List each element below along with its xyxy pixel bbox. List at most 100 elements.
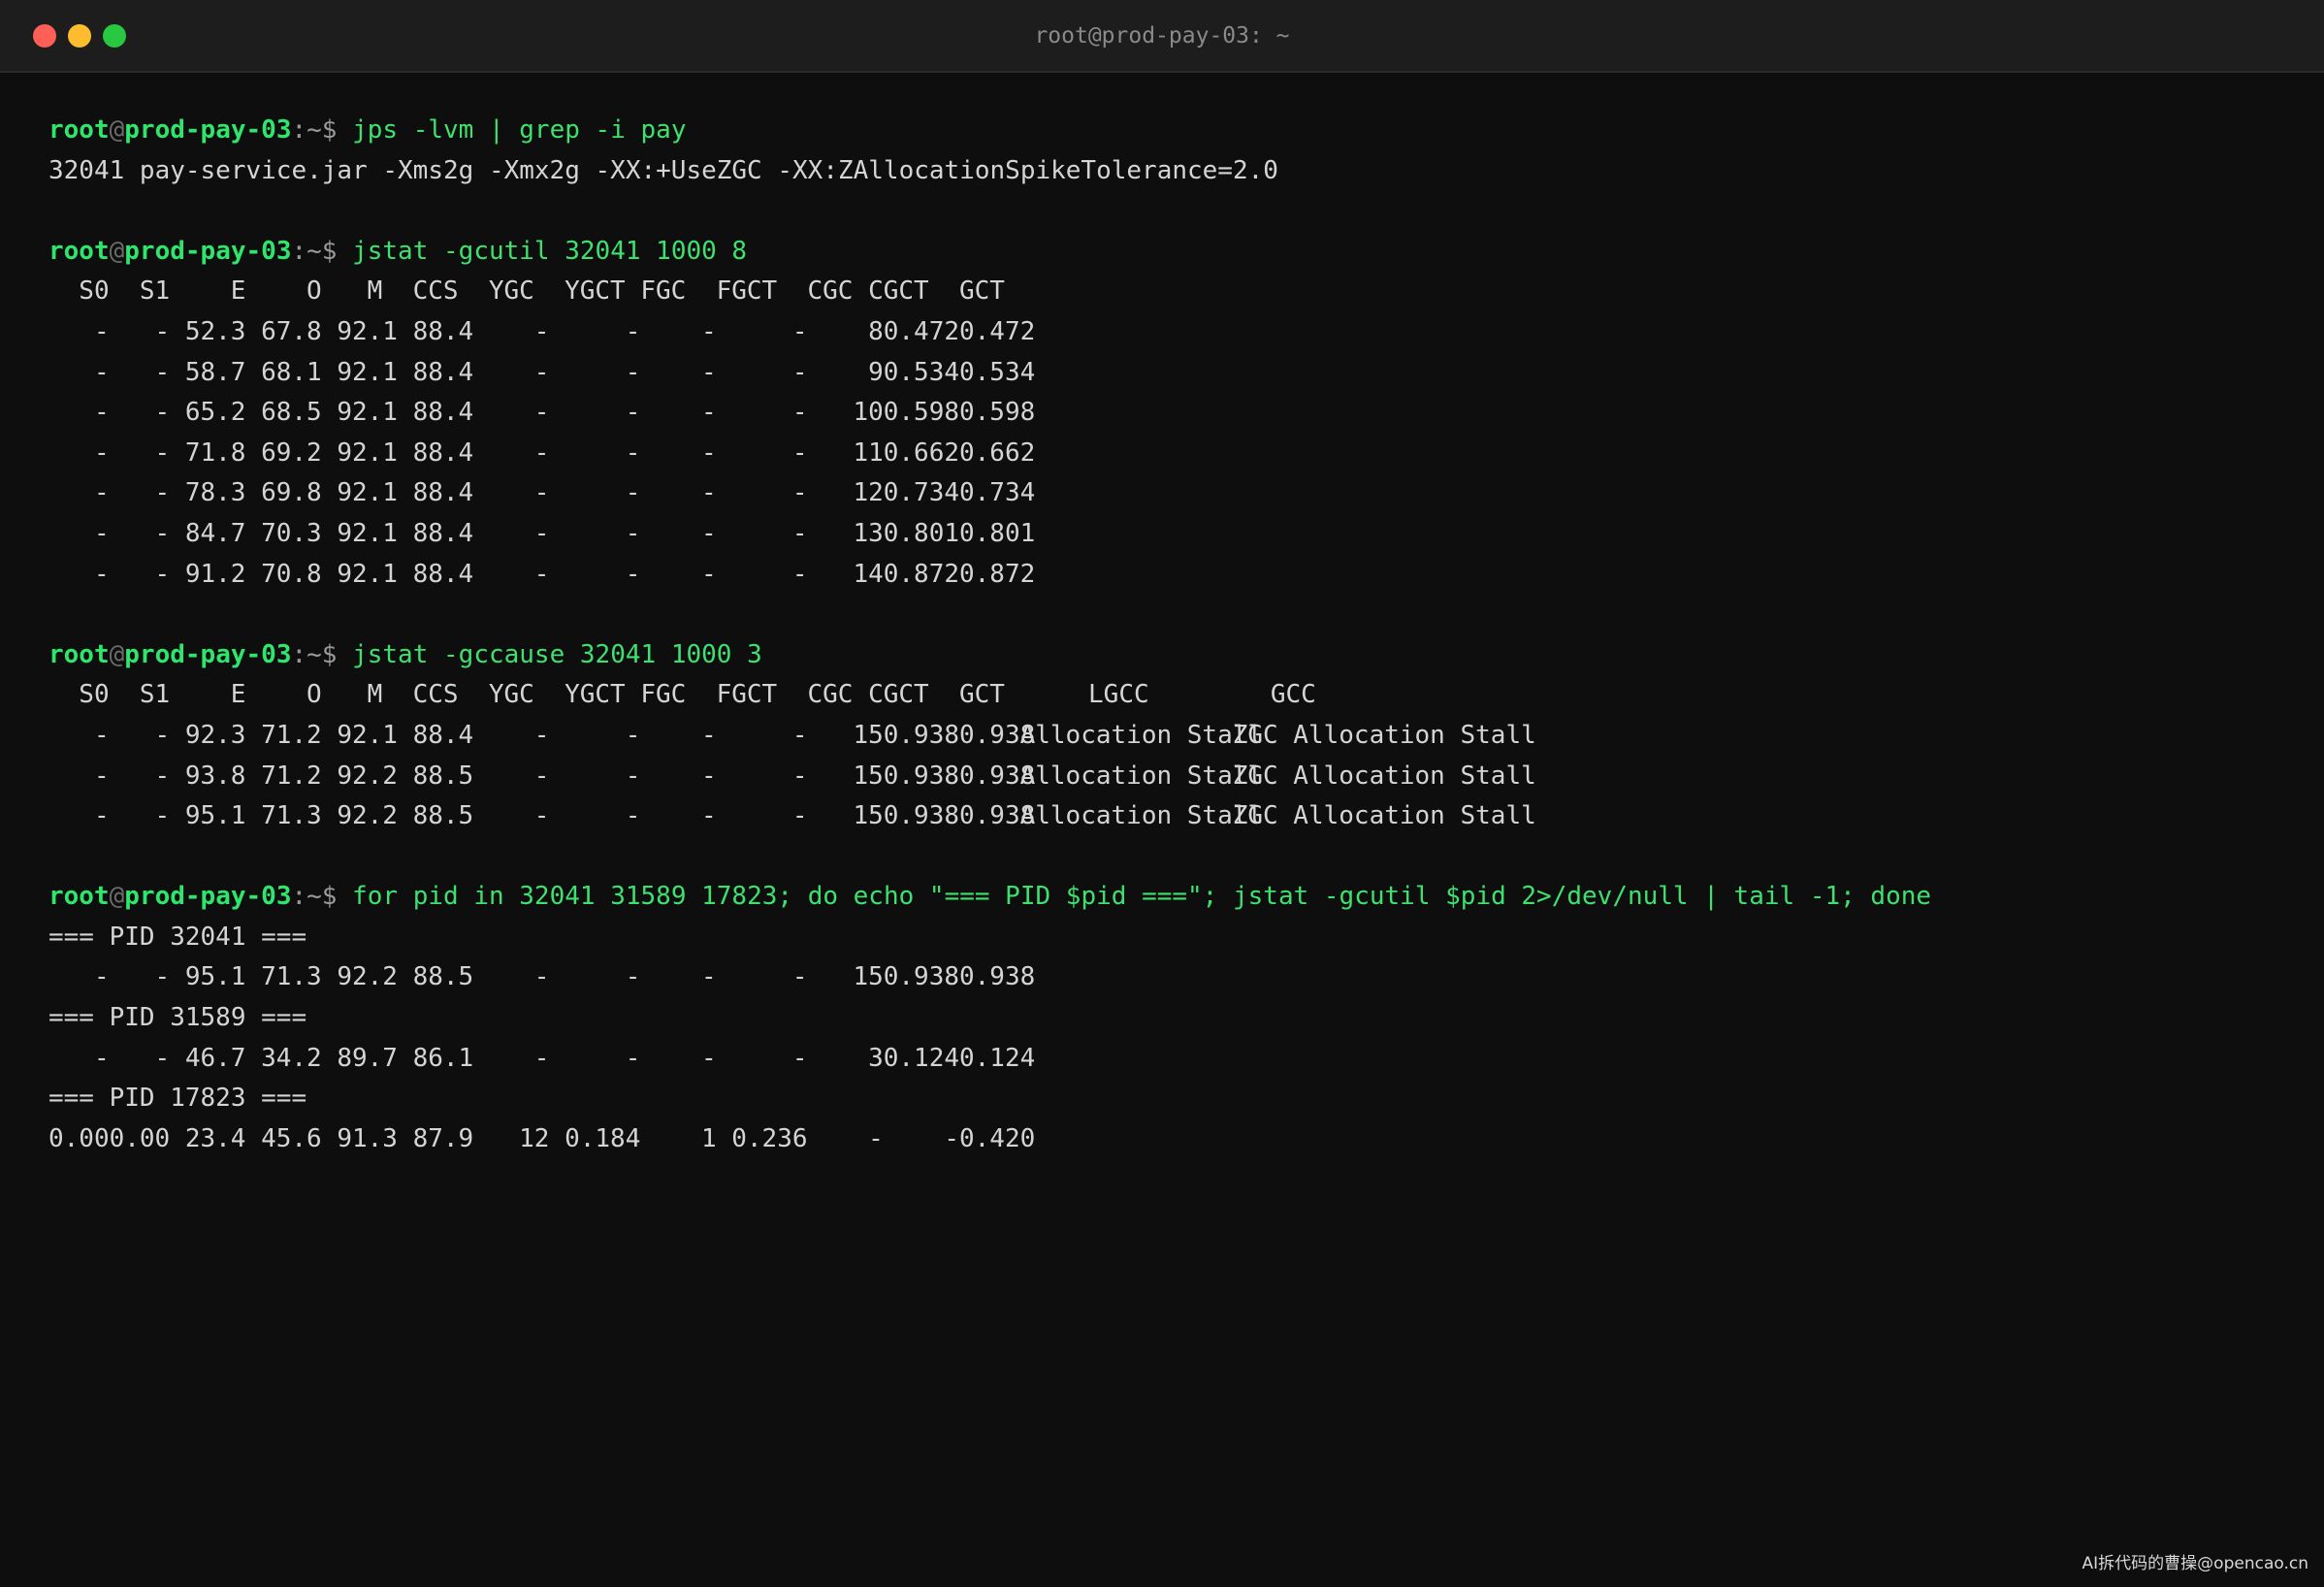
table-cell: -: [700, 437, 717, 468]
table-cell: 88.4: [412, 559, 474, 589]
column-header: CGCT: [868, 680, 929, 710]
table-cell: -: [625, 518, 641, 548]
table-row: - -92.3 71.2 92.1 88.4- - - -15 0.938 0.938 Alloca…: [48, 716, 1931, 757]
table-cell: 0.00: [48, 1123, 110, 1153]
terminal-output[interactable]: root@prod-pay-03:~$ jps -lvm | grep -i p…: [48, 111, 1931, 1159]
table-cell: -: [93, 962, 110, 992]
table-cell: -: [533, 518, 550, 548]
column-header: S0: [79, 276, 110, 307]
table-cell: 92.2: [337, 801, 398, 831]
table-cell: 46.7: [184, 1043, 246, 1073]
prompt-user: root: [48, 639, 110, 669]
column-header: S1: [139, 276, 171, 307]
column-header: E: [230, 276, 246, 307]
column-header: GCT: [959, 276, 1005, 307]
table-cell: -: [625, 761, 641, 791]
column-header: O: [307, 276, 322, 307]
column-header: YGC: [488, 680, 534, 710]
table-cell: -: [533, 357, 550, 387]
table-cell: 88.5: [412, 761, 474, 791]
table-cell: -: [154, 720, 171, 750]
table-cell: Allocation Stall: [1019, 761, 1264, 791]
column-header: GCC: [1270, 680, 1316, 710]
pid-label: === PID 31589 ===: [48, 1003, 307, 1033]
table-cell: 92.1: [337, 316, 398, 346]
window-title: root@prod-pay-03: ~: [1034, 23, 1290, 49]
table-cell: 88.4: [412, 437, 474, 468]
table-cell: 12: [853, 478, 884, 508]
column-header: LGCC: [1088, 680, 1149, 710]
prompt-host: prod-pay-03: [124, 882, 292, 912]
table-cell: -: [625, 437, 641, 468]
table-cell: Allocation Stall: [1019, 720, 1264, 750]
prompt-path: :~$: [291, 639, 353, 669]
column-header: FGC: [640, 680, 687, 710]
table-cell: 92.1: [337, 437, 398, 468]
terminal-window: root@prod-pay-03: ~ root@prod-pay-03:~$ …: [0, 0, 2324, 1587]
table-cell: 88.4: [412, 518, 474, 548]
table-cell: -: [791, 518, 808, 548]
table-cell: -: [700, 316, 717, 346]
table-cell: 89.7: [337, 1043, 398, 1073]
table-cell: 92.3: [184, 720, 246, 750]
prompt-user: root: [48, 115, 110, 145]
table-cell: 65.2: [184, 398, 246, 428]
column-header: FGCT: [716, 680, 778, 710]
table-cell: 8: [868, 316, 884, 346]
table-cell: 88.4: [412, 478, 474, 508]
table-cell: -: [700, 357, 717, 387]
table-cell: -: [791, 720, 808, 750]
column-header: YGCT: [565, 680, 626, 710]
table-cell: 92.1: [337, 518, 398, 548]
table-cell: 91.2: [184, 559, 246, 589]
pid-label: === PID 32041 ===: [48, 922, 307, 952]
table-cell: -: [154, 962, 171, 992]
table-cell: 86.1: [412, 1043, 474, 1073]
table-cell: -: [533, 398, 550, 428]
title-bar[interactable]: root@prod-pay-03: ~: [0, 0, 2324, 73]
table-row: - -52.3 67.8 92.1 88.4- - - -8 0.472 0.472: [48, 312, 1931, 353]
table-cell: 0.938: [883, 720, 960, 750]
table-cell: 88.4: [412, 316, 474, 346]
column-header: O: [307, 680, 322, 710]
table-cell: 71.3: [261, 962, 322, 992]
table-cell: -: [625, 398, 641, 428]
table-cell: -: [93, 761, 110, 791]
table-cell: -: [625, 801, 641, 831]
column-header: E: [230, 680, 246, 710]
prompt-user: root: [48, 882, 110, 912]
table-cell: -: [154, 398, 171, 428]
table-cell: -: [154, 518, 171, 548]
table-cell: -: [791, 761, 808, 791]
table-cell: -: [154, 801, 171, 831]
table-cell: 34.2: [261, 1043, 322, 1073]
prompt-at: @: [109, 236, 125, 266]
column-header: GCT: [959, 680, 1005, 710]
table-cell: -: [625, 720, 641, 750]
table-cell: 88.5: [412, 801, 474, 831]
table-cell: -: [533, 316, 550, 346]
table-cell: 92.2: [337, 962, 398, 992]
table-cell: 11: [853, 437, 884, 468]
table-cell: -: [625, 478, 641, 508]
table-row: - -46.7 34.2 89.7 86.1- - - -3 0.124 0.124: [48, 1039, 1931, 1080]
table-cell: 0.534: [883, 357, 960, 387]
table-cell: 71.2: [261, 720, 322, 750]
prompt-path: :~$: [291, 115, 353, 145]
prompt-line: root@prod-pay-03:~$ jstat -gccause 32041…: [48, 635, 1931, 676]
table-cell: -: [93, 559, 110, 589]
table-cell: -: [625, 559, 641, 589]
table-cell: 68.1: [261, 357, 322, 387]
table-cell: 13: [853, 518, 884, 548]
table-cell: -: [944, 1123, 959, 1153]
table-cell: -: [533, 801, 550, 831]
table-cell: 95.1: [184, 801, 246, 831]
table-row: - -84.7 70.3 92.1 88.4- - - -13 0.801 0.801: [48, 514, 1931, 555]
table-cell: 71.2: [261, 761, 322, 791]
table-cell: -: [700, 1043, 717, 1073]
table-cell: -: [700, 478, 717, 508]
table-cell: -: [93, 316, 110, 346]
table-cell: -: [154, 316, 171, 346]
table-cell: -: [93, 478, 110, 508]
